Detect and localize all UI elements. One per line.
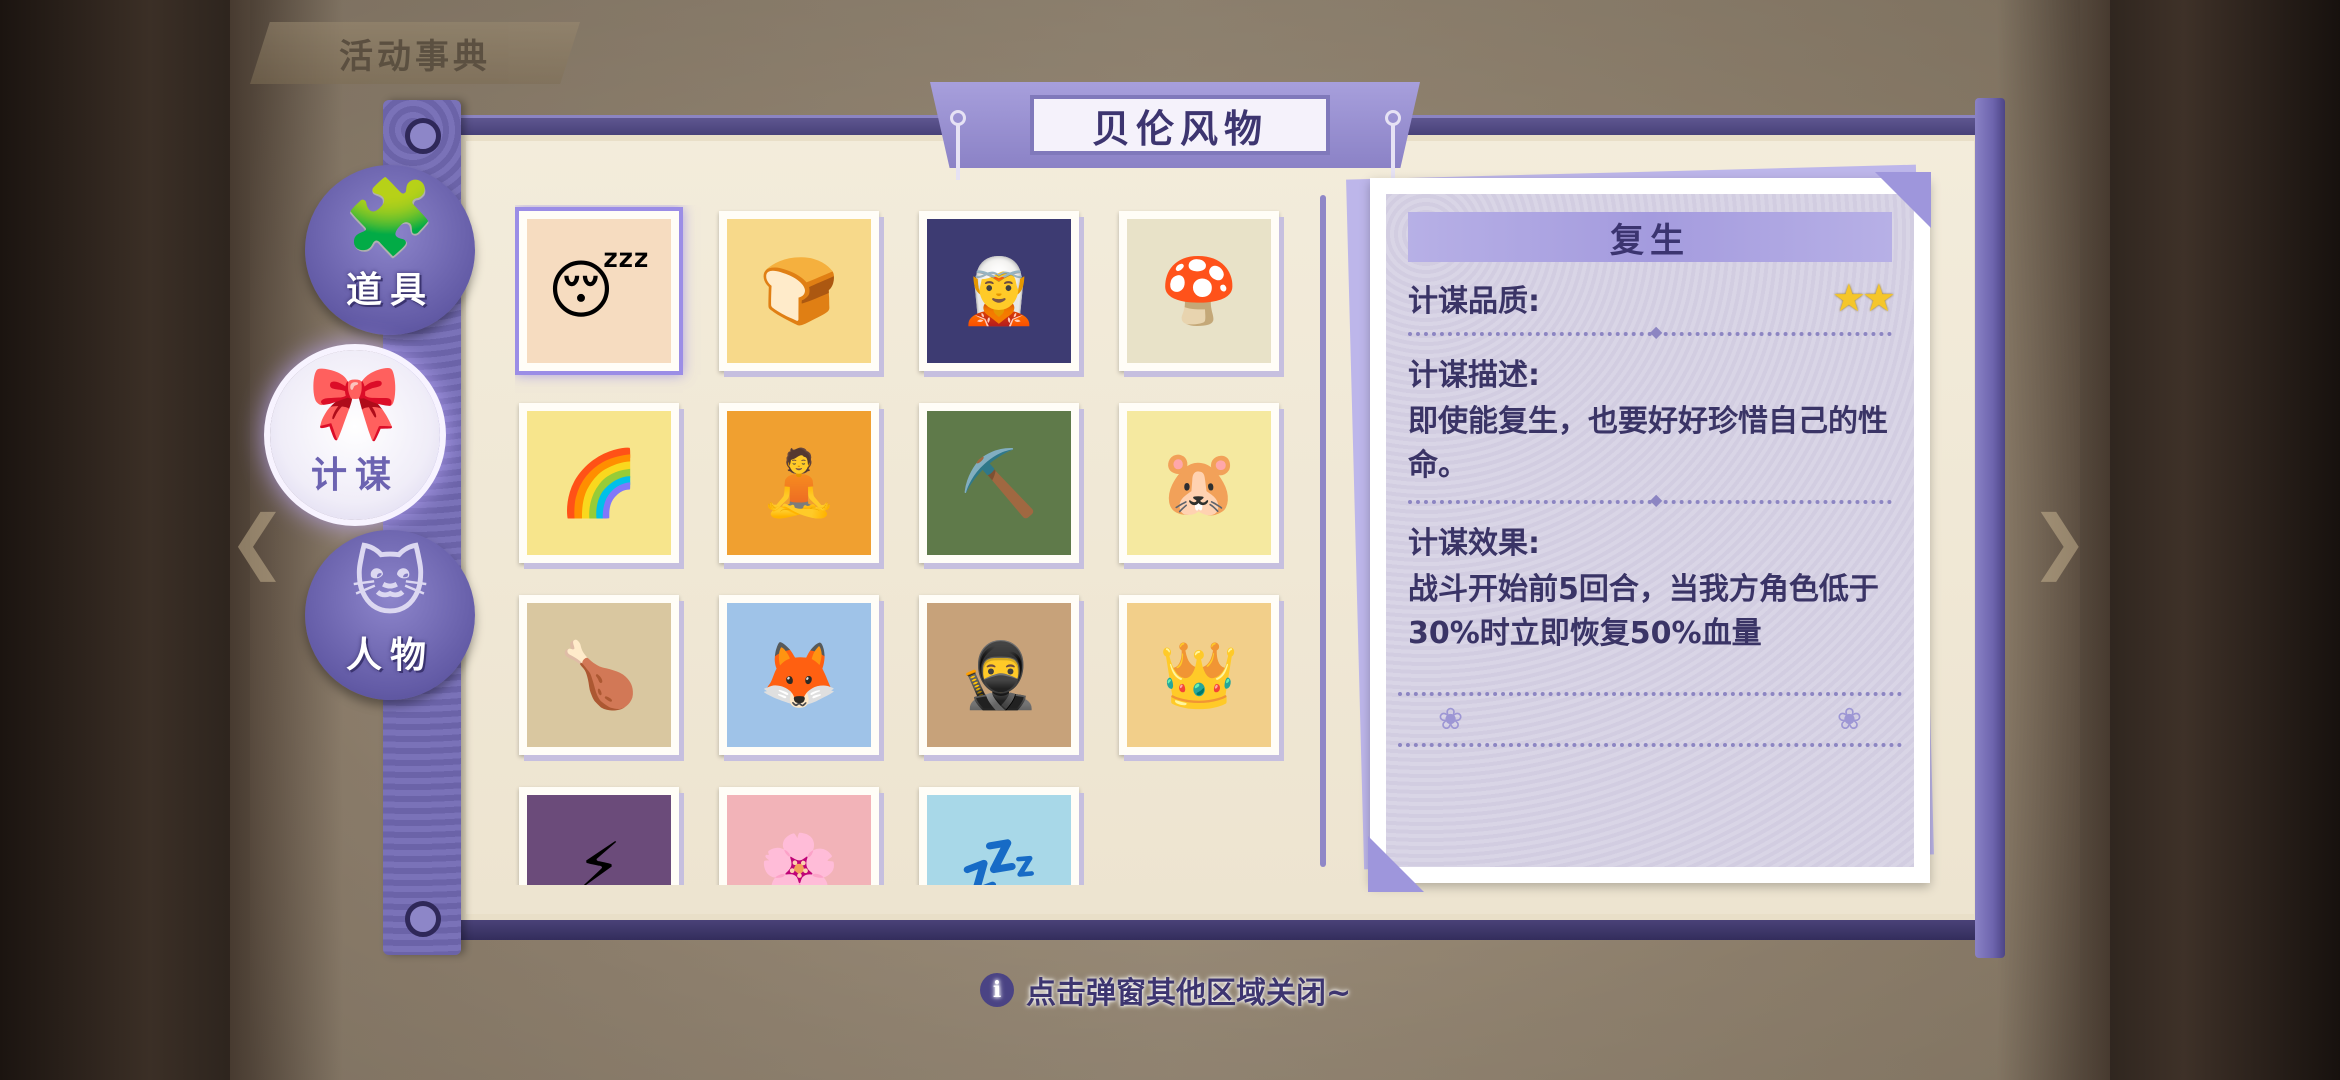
detail-card: 复生 计谋品质: ★★ 计谋描述: 即使能复生，也要好好珍惜自己的性命。 计谋效… — [1370, 178, 1930, 883]
card-art-icon: 🧝 — [927, 219, 1071, 363]
card-art-icon: 🌈 — [527, 411, 671, 555]
card-food-feast[interactable]: 🍗 — [519, 595, 679, 755]
card-art-icon: 🦊 — [727, 603, 871, 747]
tab-characters-label: 人物 — [345, 635, 434, 676]
corner-decoration — [1368, 836, 1424, 892]
panel-right-spine — [1975, 98, 2005, 958]
tab-items[interactable]: 🧩 道具 — [305, 165, 475, 335]
close-hint-text: 点击弹窗其他区域关闭~ — [1026, 976, 1352, 1011]
next-arrow-icon: ❯ — [2030, 500, 2089, 582]
card-art-icon: ⛏️ — [927, 411, 1071, 555]
ribbon-left-icon — [950, 110, 966, 182]
flower-icon: ❀ — [1836, 702, 1862, 737]
card-lightning-girl[interactable]: ⚡ — [519, 787, 679, 885]
card-sleeping-girl[interactable]: 💤 — [919, 787, 1079, 885]
card-art-icon: ⚡ — [527, 795, 671, 885]
background-left-wall — [0, 0, 250, 1080]
card-art-icon: 🌸 — [727, 795, 871, 885]
panel-bottom-rail — [455, 920, 1985, 940]
card-princess[interactable]: 👑 — [1119, 595, 1279, 755]
close-hint: i 点击弹窗其他区域关闭~ — [980, 970, 1352, 1011]
card-art-icon: 🧘 — [727, 411, 871, 555]
card-toast[interactable]: 🍞 — [719, 211, 879, 371]
card-art-icon: 🍄 — [1127, 219, 1271, 363]
tab-tactics-label: 计谋 — [310, 455, 399, 496]
card-pink-eye-girl[interactable]: 🌸 — [719, 787, 879, 885]
tab-tactics[interactable]: 🎀 计谋 — [270, 350, 440, 520]
divider — [1408, 322, 1892, 341]
page-title: 贝伦风物 — [1030, 95, 1330, 155]
background-tab: 活动事典 — [250, 22, 580, 84]
effect-text: 战斗开始前5回合，当我方角色低于30%时立即恢复50%血量 — [1408, 572, 1879, 651]
quality-label: 计谋品质: — [1408, 284, 1540, 319]
card-art-icon: 🐹 — [1127, 411, 1271, 555]
tab-items-label: 道具 — [345, 270, 434, 311]
divider — [1408, 490, 1892, 509]
ribbon-right-icon — [1385, 110, 1401, 182]
bow-icon: 🎀 — [308, 360, 402, 446]
card-fox-mask-girl[interactable]: 🦊 — [719, 595, 879, 755]
flower-icon: ❀ — [1438, 702, 1464, 737]
card-art-icon: 🍗 — [527, 603, 671, 747]
effect-label: 计谋效果: — [1408, 526, 1540, 561]
grid-scrollbar[interactable] — [1320, 195, 1326, 867]
detail-title: 复生 — [1408, 212, 1892, 262]
tab-characters[interactable]: 🐱 人物 — [305, 530, 475, 700]
quality-stars-icon: ★★ — [1831, 276, 1896, 320]
cat-head-icon: 🐱 — [351, 540, 429, 626]
card-white-creature[interactable]: 🐹 — [1119, 403, 1279, 563]
card-horned-maid[interactable]: 😴 — [515, 207, 683, 375]
card-art-icon: 😴 — [527, 219, 671, 363]
puzzle-icon: 🧩 — [343, 175, 437, 261]
card-art-icon: 👑 — [1127, 603, 1271, 747]
card-masked-fighter[interactable]: 🥷 — [919, 595, 1079, 755]
corner-decoration — [1875, 172, 1931, 228]
card-rainbow-horn[interactable]: 🌈 — [519, 403, 679, 563]
card-art-icon: 💤 — [927, 795, 1071, 885]
description-text: 即使能复生，也要好好珍惜自己的性命。 — [1408, 404, 1888, 483]
card-art-icon: 🥷 — [927, 603, 1071, 747]
prev-arrow-icon: ❮ — [228, 500, 287, 582]
card-miners[interactable]: ⛏️ — [919, 403, 1079, 563]
info-icon: i — [980, 973, 1014, 1007]
decorative-flourish: ❀ ❀ — [1398, 692, 1902, 747]
card-art-icon: 🍞 — [727, 219, 871, 363]
description-label: 计谋描述: — [1408, 358, 1540, 393]
card-purple-hair-girl[interactable]: 🧝 — [919, 211, 1079, 371]
card-pink-hair-girl[interactable]: 🍄 — [1119, 211, 1279, 371]
card-meditating-girl[interactable]: 🧘 — [719, 403, 879, 563]
background-right-wall — [2080, 0, 2340, 1080]
tactics-grid[interactable]: 😴 🍞 🧝 🍄 🌈 🧘 ⛏️ 🐹 🍗 🦊 🥷 👑 ⚡ 🌸 💤 — [515, 205, 1295, 885]
